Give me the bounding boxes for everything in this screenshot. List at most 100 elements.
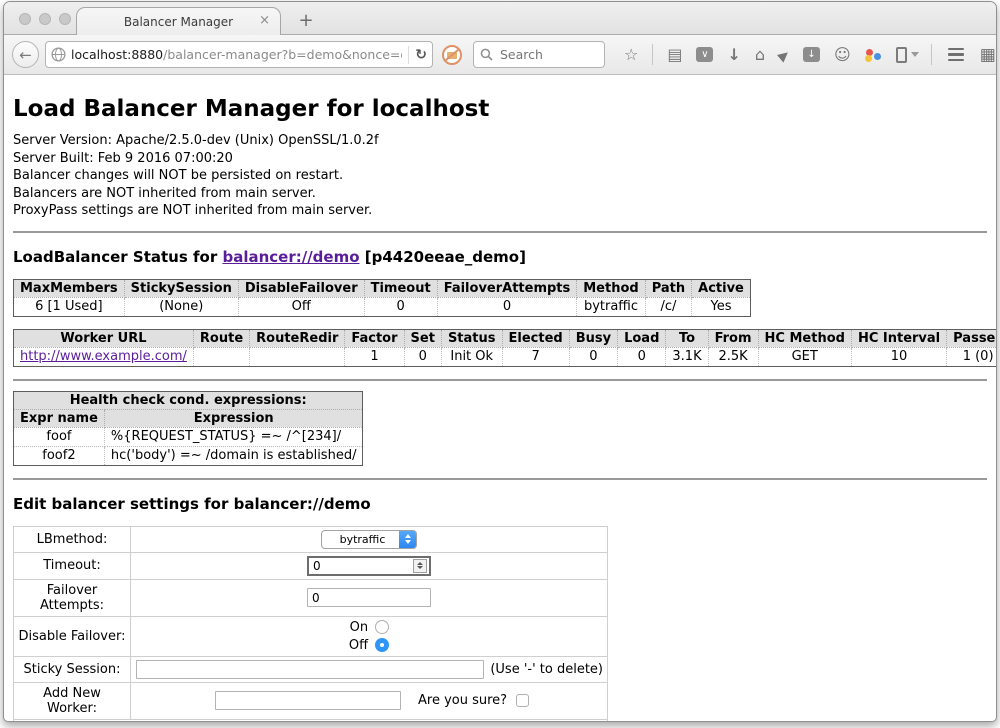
disable-failover-label: Disable Failover: bbox=[14, 616, 131, 656]
number-spinner-icon[interactable] bbox=[413, 559, 427, 573]
table-cell: 0 bbox=[618, 347, 666, 366]
radio-on-label: On bbox=[350, 620, 368, 635]
add-worker-label: Add New Worker: bbox=[14, 682, 131, 719]
add-worker-input[interactable] bbox=[215, 691, 401, 710]
tab-tiles-icon[interactable]: ▦ bbox=[980, 45, 996, 65]
balancer-link[interactable]: balancer://demo bbox=[222, 248, 359, 266]
column-header: HC Interval bbox=[851, 329, 946, 347]
page-title: Load Balancer Manager for localhost bbox=[13, 96, 987, 122]
column-header: Expr name bbox=[14, 409, 105, 427]
divider bbox=[13, 379, 987, 381]
reload-icon[interactable]: ↻ bbox=[415, 47, 427, 63]
table-cell: http://www.example.com/ bbox=[14, 347, 194, 366]
tab-balancer-manager[interactable]: Balancer Manager × bbox=[76, 7, 281, 35]
reading-list-icon[interactable]: ▤ bbox=[667, 47, 682, 63]
table-cell: hc('body') =~ /domain is established/ bbox=[104, 446, 363, 465]
table-cell: 7 bbox=[502, 347, 569, 366]
column-header: HC Method bbox=[758, 329, 851, 347]
tab-bar: Balancer Manager × + bbox=[4, 2, 996, 35]
table-cell: 0 bbox=[404, 347, 441, 366]
table-cell: 0 bbox=[364, 297, 437, 316]
are-you-sure-checkbox[interactable] bbox=[516, 694, 529, 707]
sticky-session-row: Sticky Session: (Use '-' to delete) bbox=[14, 656, 608, 682]
lbmethod-row: LBmethod: bytraffic bbox=[14, 526, 608, 552]
sticky-session-input[interactable] bbox=[136, 660, 484, 679]
lbmethod-value: bytraffic bbox=[322, 533, 400, 546]
url-bar[interactable]: localhost:8880/balancer-manager?b=demo&n… bbox=[45, 41, 433, 68]
tab-close-icon[interactable]: × bbox=[259, 13, 270, 28]
timeout-label: Timeout: bbox=[14, 552, 131, 579]
url-path: /balancer-manager?b=demo&nonce=decc37be-… bbox=[163, 47, 402, 62]
balancer-settings-form: LBmethod: bytraffic Timeout: bbox=[13, 526, 608, 723]
table-row: foof%{REQUEST_STATUS} =~ /^[234]/ bbox=[14, 427, 363, 446]
table-cell: 1 (0) bbox=[947, 347, 997, 366]
minimize-window-button[interactable] bbox=[39, 13, 51, 25]
column-header: Timeout bbox=[364, 279, 437, 297]
table-cell: 6 [1 Used] bbox=[14, 297, 125, 316]
submit-row: Submit bbox=[14, 719, 608, 722]
disable-failover-row: Disable Failover: On Off bbox=[14, 616, 608, 656]
close-window-button[interactable] bbox=[19, 13, 31, 25]
responsive-mode-icon[interactable] bbox=[896, 47, 907, 63]
search-input[interactable] bbox=[498, 46, 588, 63]
home-icon[interactable]: ⌂ bbox=[755, 47, 765, 63]
table-cell: foof bbox=[14, 427, 105, 446]
back-button[interactable]: ← bbox=[12, 41, 39, 68]
column-header: MaxMembers bbox=[14, 279, 125, 297]
table-cell: 0 bbox=[569, 347, 617, 366]
worker-url-link[interactable]: http://www.example.com/ bbox=[20, 349, 187, 364]
chat-smiley-icon[interactable]: ☺ bbox=[834, 47, 851, 63]
divider bbox=[13, 231, 987, 233]
column-header: Route bbox=[193, 329, 249, 347]
notice-line: Balancers are NOT inherited from main se… bbox=[13, 185, 987, 203]
table-cell bbox=[193, 347, 249, 366]
table-cell: GET bbox=[758, 347, 851, 366]
downloads-icon[interactable]: ↓ bbox=[727, 47, 740, 63]
url-divider bbox=[408, 46, 409, 64]
url-text: localhost:8880/balancer-manager?b=demo&n… bbox=[71, 47, 402, 62]
search-icon bbox=[480, 48, 493, 61]
zoom-window-button[interactable] bbox=[59, 13, 71, 25]
failover-attempts-input[interactable] bbox=[307, 588, 431, 607]
table-cell: Yes bbox=[692, 297, 751, 316]
browser-window: Balancer Manager × + ← localhost:8880/ba… bbox=[3, 1, 997, 722]
failover-attempts-row: Failover Attempts: bbox=[14, 579, 608, 616]
save-page-icon[interactable]: ↓ bbox=[803, 47, 820, 62]
colors-extension-icon[interactable] bbox=[865, 47, 882, 63]
column-header: Path bbox=[645, 279, 691, 297]
url-domain: localhost:8880 bbox=[71, 47, 163, 62]
server-built: Server Built: Feb 9 2016 07:00:20 bbox=[13, 150, 987, 168]
balancer-status-heading: LoadBalancer Status for balancer://demo … bbox=[13, 248, 987, 266]
server-version: Server Version: Apache/2.5.0-dev (Unix) … bbox=[13, 132, 987, 150]
chevron-down-icon[interactable] bbox=[911, 52, 919, 57]
bookmark-star-icon[interactable]: ☆ bbox=[624, 47, 638, 63]
table-row: foof2hc('body') =~ /domain is establishe… bbox=[14, 446, 363, 465]
add-worker-row: Add New Worker: Are you sure? bbox=[14, 682, 608, 719]
lbmethod-select[interactable]: bytraffic bbox=[321, 530, 418, 549]
table-cell: 2.5K bbox=[708, 347, 758, 366]
search-bar[interactable] bbox=[473, 41, 605, 68]
column-header: From bbox=[708, 329, 758, 347]
column-header: Factor bbox=[345, 329, 404, 347]
are-you-sure-label: Are you sure? bbox=[418, 693, 507, 708]
column-header: Expression bbox=[104, 409, 363, 427]
failover-attempts-label: Failover Attempts: bbox=[14, 579, 131, 616]
radio-off[interactable] bbox=[375, 638, 389, 652]
menu-icon[interactable] bbox=[948, 48, 964, 62]
pocket-icon[interactable]: ∨ bbox=[696, 47, 713, 62]
lbmethod-label: LBmethod: bbox=[14, 526, 131, 552]
radio-on[interactable] bbox=[375, 620, 389, 634]
send-tab-icon[interactable]: ▶ bbox=[779, 48, 789, 62]
column-header: FailoverAttempts bbox=[437, 279, 577, 297]
table-cell: 10 bbox=[851, 347, 946, 366]
navigation-toolbar: ← localhost:8880/balancer-manager?b=demo… bbox=[4, 35, 996, 75]
radio-off-label: Off bbox=[349, 638, 368, 653]
new-tab-button[interactable]: + bbox=[294, 10, 318, 31]
health-check-table: Health check cond. expressions:Expr name… bbox=[13, 391, 363, 466]
globe-icon bbox=[51, 47, 66, 62]
notice-line: Balancer changes will NOT be persisted o… bbox=[13, 167, 987, 185]
plugin-blocked-icon[interactable] bbox=[442, 45, 462, 65]
toolbar-icons: ☆ ▤ ∨ ↓ ⌂ ▶ ↓ ☺ ▦ bbox=[617, 44, 997, 65]
table-cell: 3.1K bbox=[666, 347, 708, 366]
column-header: DisableFailover bbox=[238, 279, 364, 297]
